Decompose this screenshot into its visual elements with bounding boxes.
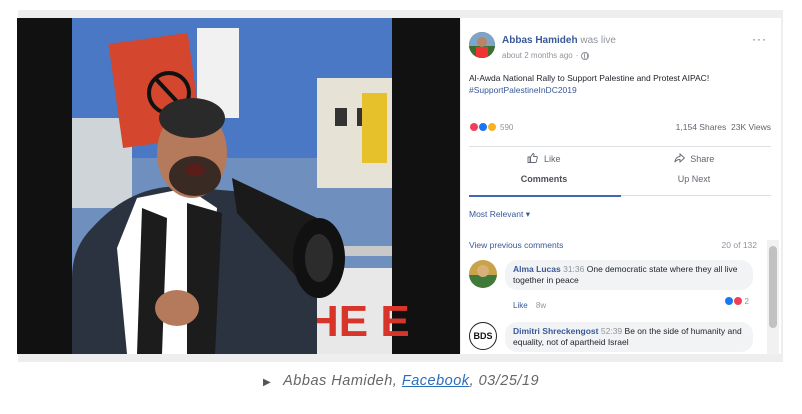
action-bar: Like Share Comments Up Next [469, 146, 771, 197]
views-count: 23K Views [730, 122, 771, 132]
avatar-image [469, 260, 497, 288]
bullet-triangle-icon: ▶ [262, 377, 272, 388]
tab-up-next[interactable]: Up Next [619, 174, 769, 184]
comment-count: 20 of 132 [721, 240, 757, 250]
avatar-image [469, 32, 495, 58]
post-meta: about 2 months ago · [502, 51, 590, 60]
author-avatar[interactable] [469, 32, 495, 58]
comments-scrollbar[interactable] [767, 240, 779, 354]
post-stats: 590 1,154 Shares 23K Views [469, 122, 771, 134]
svg-text:HE E: HE E [307, 297, 410, 346]
comment-item: BDS Dimitri Shreckengost 52:39 Be on the… [469, 322, 753, 354]
haha-reaction-icon [487, 122, 497, 132]
share-button[interactable]: Share [619, 152, 769, 164]
share-arrow-icon [674, 152, 685, 164]
comment-bubble: Dimitri Shreckengost 52:39 Be on the sid… [505, 322, 753, 352]
commenter-name[interactable]: Alma Lucas [513, 264, 561, 274]
like-button[interactable]: Like [469, 153, 619, 164]
description-text: Al-Awda National Rally to Support Palest… [469, 73, 710, 83]
comment-reaction-count: 2 [744, 296, 749, 306]
commenter-name[interactable]: Dimitri Shreckengost [513, 326, 599, 336]
video-player[interactable]: HE E [17, 18, 460, 354]
thumbs-up-icon [528, 153, 539, 163]
share-label: Share [690, 154, 715, 164]
shares-views: 1,154 Shares 23K Views [676, 122, 771, 132]
like-label: Like [544, 154, 561, 164]
sort-dropdown[interactable]: Most Relevant ▾ [469, 209, 530, 220]
hashtag-link[interactable]: #SupportPalestineInDC2019 [469, 84, 771, 96]
tab-comments[interactable]: Comments [469, 174, 619, 184]
comment-reactions[interactable]: 2 [723, 296, 749, 306]
author-name-line: Abbas Hamideh was live [502, 35, 616, 46]
love-reaction-icon [732, 296, 743, 306]
comment-timestamp[interactable]: 31:36 [563, 264, 584, 274]
comment-bubble: Alma Lucas 31:36 One democratic state wh… [505, 260, 753, 290]
comment-item: Alma Lucas 31:36 One democratic state wh… [469, 260, 753, 312]
live-status: was live [580, 35, 616, 46]
view-previous-comments-link[interactable]: View previous comments [469, 240, 563, 250]
caption-facebook-link[interactable]: Facebook [402, 373, 470, 389]
post-header: Abbas Hamideh was live about 2 months ag… [469, 32, 773, 68]
caption-date: , 03/25/19 [469, 373, 540, 389]
post-time[interactable]: about 2 months ago [502, 51, 573, 60]
figure-caption: ▶ Abbas Hamideh, Facebook, 03/25/19 [0, 373, 802, 389]
comment-like-link[interactable]: Like [513, 301, 528, 310]
reaction-summary[interactable]: 590 [469, 122, 513, 132]
commenter-avatar[interactable] [469, 260, 497, 288]
caption-prefix: Abbas Hamideh, [283, 373, 402, 389]
shares-count[interactable]: 1,154 Shares [676, 122, 727, 132]
commenter-avatar-bds-logo[interactable]: BDS [469, 322, 497, 350]
more-options-button[interactable]: ··· [752, 32, 767, 46]
author-name-link[interactable]: Abbas Hamideh [502, 35, 578, 46]
post-description: Al-Awda National Rally to Support Palest… [469, 72, 771, 96]
active-tab-indicator [469, 195, 621, 197]
scrollbar-thumb[interactable] [769, 246, 777, 328]
comment-footer: Like 8w [513, 301, 546, 310]
reaction-count: 590 [500, 122, 514, 132]
globe-icon [581, 51, 590, 60]
comment-timestamp[interactable]: 52:39 [601, 326, 622, 336]
video-frame-image: HE E [17, 18, 460, 354]
facebook-post-panel: Abbas Hamideh was live about 2 months ag… [461, 18, 781, 354]
comment-age: 8w [535, 301, 547, 310]
